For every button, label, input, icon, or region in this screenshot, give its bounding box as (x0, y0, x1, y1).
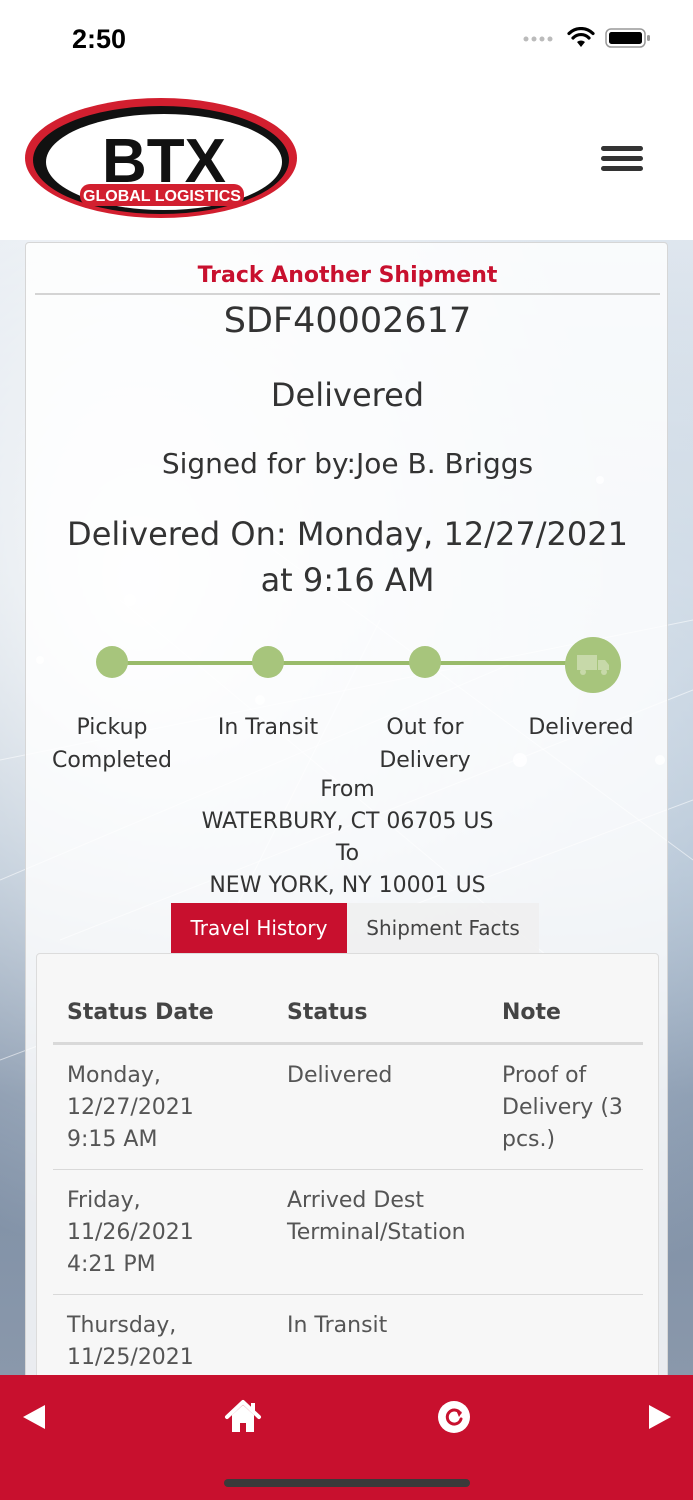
status-icons (523, 27, 651, 49)
cell-line: Arrived Dest (287, 1188, 424, 1213)
cell-line: In Transit (287, 1313, 388, 1338)
cell-line: pcs.) (502, 1127, 556, 1152)
app-header: BTX GLOBAL LOGISTICS (0, 80, 693, 240)
column-header-status: Status (287, 1000, 368, 1025)
signed-for: Signed for by:Joe B. Briggs (161, 447, 534, 480)
table-row-3-date: Thursday, 11/25/2021 (67, 1310, 194, 1374)
cell-line: 4:21 PM (67, 1252, 156, 1277)
row-divider (53, 1294, 643, 1295)
truck-icon (577, 655, 609, 675)
cell-line: Delivery (3 (502, 1095, 623, 1120)
home-indicator (224, 1479, 470, 1487)
bottom-nav-bar (0, 1375, 693, 1500)
step-label-delivered: Delivered (501, 711, 661, 744)
column-header-note: Note (502, 1000, 561, 1025)
wifi-icon (567, 27, 595, 47)
table-row-3-status: In Transit (287, 1310, 387, 1342)
tracking-card: Track Another Shipment SDF40002617 Deliv… (25, 242, 669, 1383)
svg-text:GLOBAL LOGISTICS: GLOBAL LOGISTICS (83, 188, 241, 205)
tab-shipment-facts[interactable]: Shipment Facts (347, 903, 539, 953)
cell-line: Proof of (502, 1063, 587, 1088)
table-row-1-status: Delivered (287, 1060, 392, 1092)
progress-dot-pickup (96, 646, 128, 678)
battery-icon (605, 28, 650, 48)
cell-line: Terminal/Station (287, 1220, 466, 1245)
route-to-label: To (335, 841, 360, 866)
track-another-shipment-link[interactable]: Track Another Shipment (26, 263, 669, 288)
progress-line (112, 661, 582, 665)
cell-line: Delivered (287, 1063, 393, 1088)
refresh-icon[interactable] (432, 1395, 476, 1439)
step-label-line: Delivery (379, 748, 471, 773)
signal-icon (523, 36, 553, 42)
step-label-in-transit: In Transit (188, 711, 348, 744)
status-time: 2:50 (72, 24, 127, 54)
delivered-on: Delivered On: Monday, 12/27/2021 at 9:16… (36, 511, 659, 603)
tracking-number: SDF40002617 (223, 301, 472, 341)
delivered-on-time: at 9:16 AM (260, 561, 435, 599)
shipment-status: Delivered (270, 376, 425, 414)
progress-dot-delivered (565, 637, 621, 693)
table-row-1-date: Monday, 12/27/2021 9:15 AM (67, 1060, 194, 1156)
cell-line: 12/27/2021 (67, 1095, 194, 1120)
cell-line: Friday, (67, 1188, 141, 1213)
status-bar: 2:50 (0, 0, 693, 80)
divider (35, 293, 660, 295)
forward-arrow-icon[interactable] (638, 1395, 682, 1439)
travel-history-table: Status Date Status Note Monday, 12/27/20… (36, 953, 659, 1383)
table-row-2-date: Friday, 11/26/2021 4:21 PM (67, 1185, 194, 1281)
table-row-1-note: Proof of Delivery (3 pcs.) (502, 1060, 623, 1156)
step-label-out-for-delivery: Out for Delivery (345, 711, 505, 777)
tab-travel-history[interactable]: Travel History (171, 903, 347, 953)
progress-dot-out-for-delivery (409, 646, 441, 678)
route-from: WATERBURY, CT 06705 US (201, 809, 494, 834)
cell-line: Monday, (67, 1063, 161, 1088)
step-label-pickup: Pickup Completed (32, 711, 192, 777)
home-icon[interactable] (221, 1395, 265, 1439)
cell-line: Thursday, (67, 1313, 177, 1338)
step-label-line: Delivered (528, 715, 634, 740)
route-to: NEW YORK, NY 10001 US (209, 873, 486, 898)
header-divider (53, 1042, 643, 1045)
hamburger-menu-icon[interactable] (601, 146, 643, 174)
step-label-line: Out for (386, 715, 464, 740)
cell-line: 9:15 AM (67, 1127, 158, 1152)
back-arrow-icon[interactable] (12, 1395, 56, 1439)
table-row-2-status: Arrived Dest Terminal/Station (287, 1185, 466, 1249)
step-label-line: Completed (52, 748, 172, 773)
row-divider (53, 1169, 643, 1170)
delivered-on-date: Delivered On: Monday, 12/27/2021 (67, 515, 628, 553)
cell-line: 11/26/2021 (67, 1220, 194, 1245)
btx-logo[interactable]: BTX GLOBAL LOGISTICS (22, 96, 300, 220)
cell-line: 11/25/2021 (67, 1345, 194, 1370)
step-label-line: Pickup (76, 715, 148, 740)
column-header-status-date: Status Date (67, 1000, 214, 1025)
progress-dot-in-transit (252, 646, 284, 678)
route-from-label: From (320, 777, 375, 802)
step-label-line: In Transit (217, 715, 319, 740)
